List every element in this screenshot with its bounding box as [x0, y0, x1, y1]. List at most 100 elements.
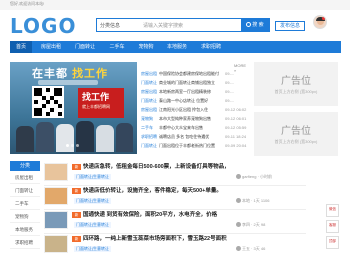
feed-meta: 李四 · 2天 98: [236, 222, 265, 228]
list-item-category[interactable]: 二手车: [141, 124, 153, 132]
ad-slot-caption: 首页上方右侧 (宽300px): [274, 139, 318, 144]
list-item-date: 09-09 20:04: [225, 143, 247, 148]
sidebar-item-used-car[interactable]: 二手车: [10, 198, 40, 210]
feed-category[interactable]: 门面转让|生意转让: [74, 246, 112, 252]
list-item-title[interactable]: 本地新房两室一厅出租精装修: [159, 88, 224, 96]
search-icon: [246, 22, 252, 28]
sidebar-item-jobs[interactable]: 求职招聘: [10, 237, 40, 249]
search-input[interactable]: 请输入关键字搜索: [143, 22, 183, 29]
red-tag-small-text: 就上丰都招聘网: [82, 104, 110, 109]
nav-item-shop-transfer[interactable]: 门面转让: [70, 41, 100, 53]
search-button[interactable]: 搜 索: [241, 19, 269, 31]
user-icon: [236, 222, 241, 228]
carousel-dot[interactable]: [71, 144, 74, 147]
list-item[interactable]: 门面转让 门面出租位于丰都老街热门位置 09-09 20:04: [141, 142, 249, 150]
sidebar-header: 分类: [10, 161, 40, 171]
list-item-category[interactable]: 门面转让: [141, 97, 157, 105]
list-item-category[interactable]: 房屋出租: [141, 106, 157, 114]
list-item-title[interactable]: 诚聘店员 多名 包吃住待遇优: [159, 133, 224, 141]
divider: [44, 209, 306, 210]
list-item-title[interactable]: 门面出租位于丰都老街热门位置: [159, 142, 224, 150]
list-item-date: 09-...: [225, 80, 235, 85]
ad-slot-title: 广告位: [281, 126, 311, 137]
feed-title[interactable]: 国通快递 到货有效保险，面积20平方，水电齐全，价格: [83, 211, 303, 219]
list-item[interactable]: 门面转让 泰山路一中心店转让 位置好 09-...: [141, 97, 249, 105]
nav-item-rent[interactable]: 房屋出租: [36, 41, 66, 53]
welcome-text: 您好,欢迎访问本站!: [10, 1, 45, 6]
qr-code: [32, 86, 64, 118]
banner-red-tag: 找工作 就上丰都招聘网: [78, 88, 124, 118]
feed-title[interactable]: 快递店低价转让，设施齐全，客件稳定，每天500+单量。: [83, 187, 303, 195]
list-item-title[interactable]: 泰山路一中心店转让 位置好: [159, 97, 224, 105]
carousel-dots: [66, 134, 81, 152]
list-item-category[interactable]: 求职招聘: [141, 133, 157, 141]
banner-subtitle-bar: [38, 80, 98, 85]
list-item-category[interactable]: 房屋出租: [141, 88, 157, 96]
carousel-dot[interactable]: [76, 144, 79, 147]
list-item-title[interactable]: 商业城的门面转让商铺出租独立: [159, 79, 224, 87]
feed-thumbnail[interactable]: [44, 187, 68, 205]
list-item[interactable]: 门面转让 商业城的门面转让商铺出租独立 09-...: [141, 79, 249, 87]
list-item-category[interactable]: 房屋出租: [141, 70, 157, 78]
nav-item-local-service[interactable]: 本地服务: [162, 41, 192, 53]
feed-title[interactable]: 四环路，一纯上新雪玉蕊菜市场旁面积下，雪玉路22号面积: [83, 235, 303, 243]
feed-category[interactable]: 门面转让|生意转让: [74, 222, 112, 228]
feed-meta-text: 李四 · 2天 98: [242, 222, 266, 227]
nav-item-home[interactable]: 首页: [10, 41, 32, 53]
user-avatar[interactable]: [313, 15, 327, 29]
feed-category[interactable]: 门面转让|生意转让: [74, 198, 112, 204]
feed-thumbnail[interactable]: [44, 163, 68, 181]
sidebar-item-shop-transfer[interactable]: 门面转让: [10, 185, 40, 197]
feed-item[interactable]: 新 四环路，一纯上新雪玉蕊菜市场旁面积下，雪玉路22号面积 门面转让|生意转让 …: [44, 235, 334, 259]
search-category-select[interactable]: 分类信息: [100, 22, 120, 29]
red-tag-big-text: 找工作: [82, 92, 110, 102]
sidebar-item-rent[interactable]: 房屋出租: [10, 172, 40, 184]
list-item[interactable]: 宠物狗 本市大型纯种家养宠物狗出售 09-12 06:01: [141, 115, 249, 123]
list-item[interactable]: 房屋出租 中国保险协会都建房保地出租能付 09-...: [141, 70, 249, 78]
header: LOGO 分类信息 请输入关键字搜索 搜 索 发布信息: [0, 10, 350, 40]
feed-category[interactable]: 门面转让|生意转让: [74, 174, 112, 180]
list-item[interactable]: 求职招聘 诚聘店员 多名 包吃住待遇优 09-11 18:24: [141, 133, 249, 141]
carousel-dot[interactable]: [66, 144, 69, 147]
ad-slot-bottom[interactable]: 广告位 首页上方右侧 (宽300px): [254, 112, 338, 156]
logo-text: LOGO: [10, 14, 77, 38]
nav-item-pets[interactable]: 宠物狗: [134, 41, 158, 53]
list-item-date: 09-12 05:59: [225, 125, 247, 130]
list-item-title[interactable]: 本市大型纯种家养宠物狗出售: [159, 115, 224, 123]
list-item[interactable]: 房屋出租 本地新房两室一厅出租精装修 09-...: [141, 88, 249, 96]
feed-meta: garfieng · 小时前: [236, 174, 272, 180]
divider: [44, 185, 306, 186]
list-item[interactable]: 二手车 丰都中心大众宝来车出售 09-12 05:59: [141, 124, 249, 132]
user-icon: [236, 246, 241, 252]
ad-slot-top[interactable]: 广告位 首页上方右侧 (宽300px): [254, 62, 338, 106]
list-item[interactable]: 房屋出租 江南阳光小区出租 拎包入住 09-12 06:02: [141, 106, 249, 114]
site-logo[interactable]: LOGO: [10, 15, 76, 37]
sidebar-item-pets[interactable]: 宠物狗: [10, 211, 40, 223]
person-figure: [36, 122, 54, 152]
list-item-title[interactable]: 江南阳光小区出租 拎包入住: [159, 106, 224, 114]
float-top-button[interactable]: 顶部: [326, 236, 339, 249]
user-icon: [236, 174, 241, 180]
float-wechat-button[interactable]: 微信: [326, 204, 339, 217]
list-item-title[interactable]: 中国保险协会都建房保地出租能付: [159, 70, 224, 78]
feed-thumbnail[interactable]: [44, 235, 68, 253]
nav-item-used-car[interactable]: 二手车: [105, 41, 129, 53]
feed-item[interactable]: 新 国通快递 到货有效保险，面积20平方，水电齐全，价格 门面转让|生意转让 李…: [44, 211, 334, 235]
list-item-date: 09-11 18:24: [225, 134, 247, 139]
float-service-button[interactable]: 客服: [326, 220, 339, 233]
list-item-category[interactable]: 门面转让: [141, 142, 157, 150]
list-item-category[interactable]: 门面转让: [141, 79, 157, 87]
nav-item-jobs[interactable]: 求职招聘: [196, 41, 226, 53]
new-badge: 新: [72, 236, 81, 242]
feed-thumbnail[interactable]: [44, 211, 68, 229]
sidebar-item-local-service[interactable]: 本地服务: [10, 224, 40, 236]
hero-banner[interactable]: 在丰都 找工作 找工作 就上丰都招聘网: [10, 62, 137, 154]
feed-title[interactable]: 快递店急转，低租金每日500-600票，上新设备灯具等物品，: [83, 163, 303, 171]
post-info-button[interactable]: 发布信息: [275, 21, 305, 31]
list-item-date: 09-12 06:01: [225, 116, 247, 121]
list-item-category[interactable]: 宠物狗: [141, 115, 153, 123]
list-item-title[interactable]: 丰都中心大众宝来车出售: [159, 124, 224, 132]
feed-item[interactable]: 新 快递店低价转让，设施齐全，客件稳定，每天500+单量。 门面转让|生意转让 …: [44, 187, 334, 211]
feed-item[interactable]: 新 快递店急转，低租金每日500-600票，上新设备灯具等物品， 门面转让|生意…: [44, 163, 334, 187]
divider: [44, 233, 306, 234]
